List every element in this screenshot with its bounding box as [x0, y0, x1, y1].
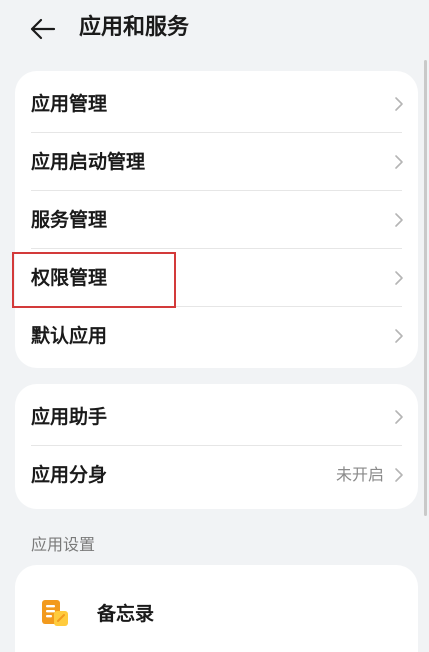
- memo-app-item[interactable]: 备忘录: [15, 565, 418, 652]
- item-label: 应用助手: [31, 406, 108, 428]
- item-label: 应用管理: [31, 93, 108, 115]
- app-management-item[interactable]: 应用管理: [15, 75, 418, 133]
- back-button[interactable]: [26, 13, 60, 45]
- header: 应用和服务: [0, 0, 429, 60]
- app-launch-management-item[interactable]: 应用启动管理: [15, 133, 418, 191]
- chevron-right-icon: [395, 271, 403, 285]
- app-and-services-screen: 应用和服务 应用管理 应用启动管理 服务管理 权限管理 默认应用 应用助手 应用…: [0, 0, 429, 652]
- item-label: 权限管理: [31, 267, 108, 289]
- status-value: 未开启: [335, 465, 384, 484]
- item-label: 服务管理: [31, 209, 108, 231]
- settings-group-assistant: 应用助手 应用分身 未开启: [15, 384, 418, 509]
- arrow-left-icon: [30, 18, 56, 40]
- service-management-item[interactable]: 服务管理: [15, 191, 418, 249]
- default-apps-item[interactable]: 默认应用: [15, 307, 418, 365]
- permission-management-item[interactable]: 权限管理: [15, 249, 418, 307]
- chevron-right-icon: [395, 97, 403, 111]
- chevron-right-icon: [395, 468, 403, 482]
- item-label: 应用分身: [31, 464, 108, 486]
- app-twin-item[interactable]: 应用分身 未开启: [15, 446, 418, 504]
- app-assistant-item[interactable]: 应用助手: [15, 388, 418, 446]
- app-settings-list: 备忘录: [15, 565, 418, 652]
- page-title: 应用和服务: [79, 15, 190, 40]
- memo-app-icon: [42, 600, 68, 626]
- chevron-right-icon: [395, 213, 403, 227]
- chevron-right-icon: [395, 155, 403, 169]
- section-title-app-settings: 应用设置: [31, 535, 96, 554]
- app-name: 备忘录: [97, 603, 155, 625]
- scrollbar[interactable]: [424, 60, 427, 516]
- chevron-right-icon: [395, 410, 403, 424]
- item-label: 应用启动管理: [31, 151, 146, 173]
- item-label: 默认应用: [31, 325, 108, 347]
- settings-group-apps: 应用管理 应用启动管理 服务管理 权限管理 默认应用: [15, 71, 418, 368]
- chevron-right-icon: [395, 329, 403, 343]
